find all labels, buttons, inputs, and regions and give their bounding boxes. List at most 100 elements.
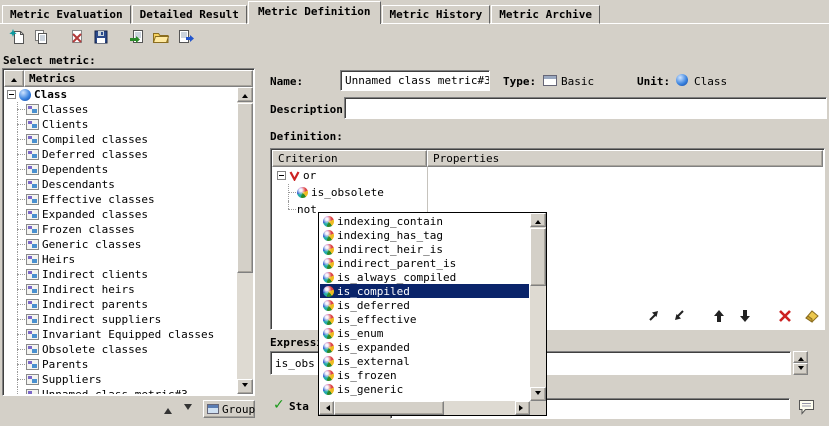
tab-metric-history[interactable]: Metric History — [382, 5, 491, 24]
tree-item[interactable]: Indirect parents — [4, 297, 239, 312]
tree-item-label: Indirect heirs — [42, 283, 135, 296]
dropdown-scrollbar-thumb[interactable] — [530, 228, 546, 286]
criterion-option[interactable]: indexing_has_tag — [320, 228, 529, 242]
open-metrics-button[interactable] — [149, 27, 173, 49]
properties-column-header[interactable]: Properties — [427, 150, 823, 167]
tree-item[interactable]: Indirect suppliers — [4, 312, 239, 327]
criterion-option[interactable]: is_always_compiled — [320, 270, 529, 284]
tree-item[interactable]: Heirs — [4, 252, 239, 267]
tree-connector — [13, 162, 26, 177]
tree-connector — [13, 192, 26, 207]
tree-scrollbar-thumb[interactable] — [237, 103, 253, 273]
delete-metric-button[interactable] — [65, 27, 89, 49]
delete-criterion-button[interactable] — [775, 308, 795, 326]
tree-item[interactable]: Unnamed class metric#3 — [4, 387, 239, 394]
criterion-option[interactable]: is_frozen — [320, 368, 529, 382]
import-metrics-button[interactable] — [125, 27, 149, 49]
name-input[interactable]: Unnamed class metric#3 — [340, 70, 490, 91]
dropdown-horizontal-scrollbar[interactable] — [319, 401, 530, 415]
criterion-option-label: indexing_has_tag — [337, 229, 443, 242]
export-metrics-button[interactable] — [173, 27, 197, 49]
scroll-down-icon[interactable] — [237, 379, 253, 394]
tab-metric-definition[interactable]: Metric Definition — [248, 1, 381, 24]
scroll-left-icon[interactable] — [319, 401, 334, 415]
dropdown-hscrollbar-thumb[interactable] — [334, 401, 444, 415]
metric-toolbar — [5, 27, 197, 49]
tab-detailed-result[interactable]: Detailed Result — [132, 5, 247, 24]
criterion-option[interactable]: is_deferred — [320, 298, 529, 312]
shift-criterion-out-button[interactable] — [643, 308, 663, 326]
scroll-right-icon[interactable] — [515, 401, 530, 415]
tree-item[interactable]: Invariant Equipped classes — [4, 327, 239, 342]
criterion-icon — [323, 216, 334, 227]
criterion-option[interactable]: is_effective — [320, 312, 529, 326]
tab-metric-evaluation[interactable]: Metric Evaluation — [2, 5, 131, 24]
tree-scrollbar[interactable] — [237, 87, 253, 394]
copy-metric-button[interactable] — [29, 27, 53, 49]
tree-item-label: Generic classes — [42, 238, 141, 251]
criterion-option[interactable]: indirect_parent_is — [320, 256, 529, 270]
clear-definition-button[interactable] — [801, 308, 821, 326]
tree-item[interactable]: Suppliers — [4, 372, 239, 387]
scroll-down-icon[interactable] — [530, 387, 546, 401]
tree-item[interactable]: Dependents — [4, 162, 239, 177]
tree-item[interactable]: Deferred classes — [4, 147, 239, 162]
tree-connector — [13, 297, 26, 312]
criterion-row-label: or — [303, 169, 316, 182]
dropdown-vertical-scrollbar[interactable] — [530, 213, 546, 401]
criterion-row-or[interactable]: or — [272, 167, 823, 184]
collapse-icon[interactable] — [7, 90, 16, 99]
criterion-option-label: indirect_parent_is — [337, 257, 456, 270]
tab-metric-archive[interactable]: Metric Archive — [491, 5, 600, 24]
criterion-icon — [323, 300, 334, 311]
criterion-option[interactable]: is_enum — [320, 326, 529, 340]
scroll-up-icon[interactable] — [530, 213, 546, 227]
collapse-icon[interactable] — [277, 171, 286, 180]
tree-item[interactable]: Obsolete classes — [4, 342, 239, 357]
description-input[interactable] — [344, 97, 827, 119]
shift-criterion-in-button[interactable] — [669, 308, 689, 326]
criterion-row-label: is_obsolete — [311, 186, 384, 199]
tree-item[interactable]: Indirect clients — [4, 267, 239, 282]
criterion-option[interactable]: is_generic — [320, 382, 529, 396]
criterion-option[interactable]: indexing_contain — [320, 214, 529, 228]
scroll-down-icon[interactable] — [793, 363, 808, 375]
move-criterion-up-button[interactable] — [709, 308, 729, 326]
save-metric-button[interactable] — [89, 27, 113, 49]
tree-root-class[interactable]: Class — [4, 87, 239, 102]
criterion-option-label: is_always_compiled — [337, 271, 456, 284]
move-criterion-down-button[interactable] — [735, 308, 755, 326]
criterion-column-header[interactable]: Criterion — [272, 150, 427, 167]
tree-connector — [13, 342, 26, 357]
tree-item[interactable]: Indirect heirs — [4, 282, 239, 297]
metrics-column-header[interactable]: Metrics — [4, 70, 253, 87]
criterion-option-selected[interactable]: is_compiled — [320, 284, 529, 298]
tree-item[interactable]: Classes — [4, 102, 239, 117]
tree-item[interactable]: Descendants — [4, 177, 239, 192]
criterion-option[interactable]: indirect_heir_is — [320, 242, 529, 256]
tree-item[interactable]: Compiled classes — [4, 132, 239, 147]
criterion-option[interactable]: is_expanded — [320, 340, 529, 354]
move-metric-up-button[interactable] — [159, 400, 176, 418]
tree-item[interactable]: Effective classes — [4, 192, 239, 207]
tree-item[interactable]: Parents — [4, 357, 239, 372]
properties-column-label: Properties — [433, 152, 499, 165]
tree-item[interactable]: Expanded classes — [4, 207, 239, 222]
tree-connector — [13, 327, 26, 342]
criterion-option[interactable]: is_external — [320, 354, 529, 368]
scroll-up-icon[interactable] — [237, 87, 253, 102]
criterion-icon — [323, 314, 334, 325]
move-metric-down-button[interactable] — [179, 400, 196, 418]
tree-item[interactable]: Generic classes — [4, 237, 239, 252]
group-toggle-button[interactable]: Group — [203, 400, 255, 418]
tree-item[interactable]: Clients — [4, 117, 239, 132]
metric-icon — [26, 269, 39, 280]
tree-item[interactable]: Frozen classes — [4, 222, 239, 237]
sort-ascending-icon[interactable] — [4, 70, 24, 87]
tree-connector — [13, 282, 26, 297]
metrics-header-label[interactable]: Metrics — [24, 70, 253, 87]
new-metric-button[interactable] — [5, 27, 29, 49]
scroll-up-icon[interactable] — [793, 351, 808, 363]
criterion-row-is-obsolete[interactable]: is_obsolete — [272, 184, 823, 201]
comment-button[interactable] — [797, 398, 816, 419]
